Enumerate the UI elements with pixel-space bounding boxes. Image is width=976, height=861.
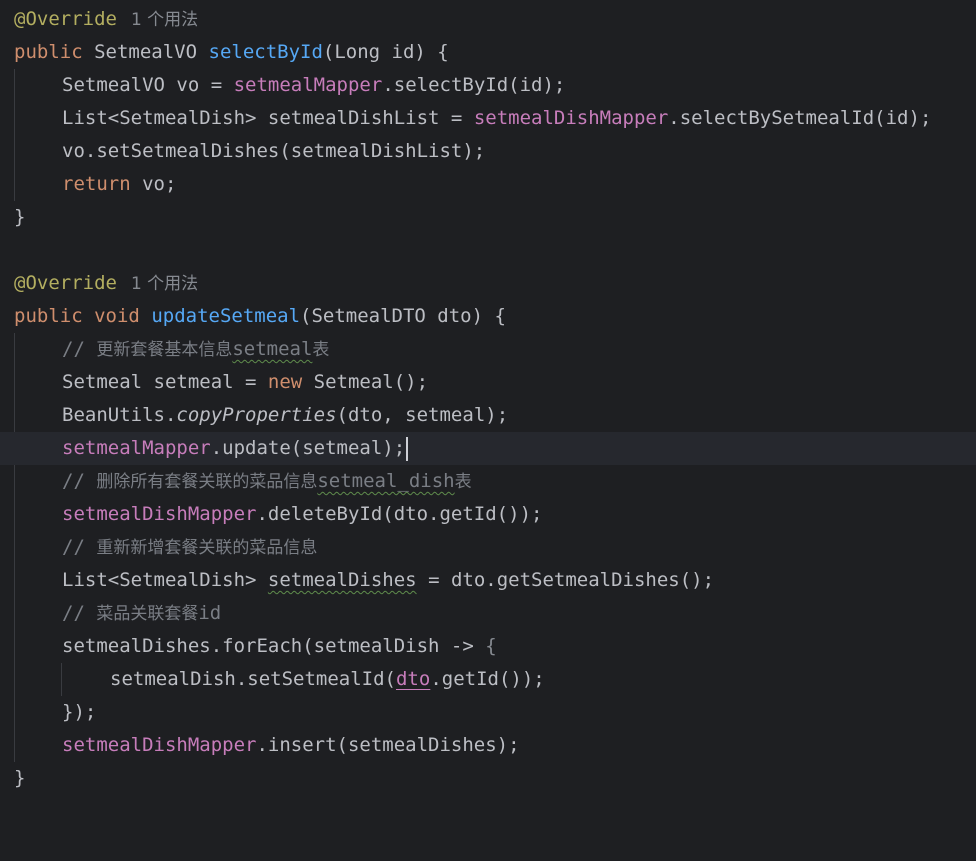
code-line[interactable] [0,234,976,267]
field-reference[interactable]: setmealMapper [234,74,383,96]
variable-typo[interactable]: setmealDishes [268,569,417,591]
comment: // 菜品关联套餐id [62,597,221,631]
keyword: return [62,173,131,195]
code-line[interactable]: @Override 1 个用法 [0,267,976,300]
code-line[interactable]: setmealDishMapper.deleteById(dto.getId()… [0,498,976,531]
code-line[interactable]: public void updateSetmeal(SetmealDTO dto… [0,300,976,333]
usage-hint-link[interactable]: 1 个用法 [131,274,198,294]
method-params: (Long id) { [322,41,449,63]
comment: // 删除所有套餐关联的菜品信息setmeal_dish表 [62,465,472,499]
field-reference[interactable]: setmealMapper [62,437,211,459]
code-text: SetmealVO vo = [62,74,234,96]
keyword: public [14,41,83,63]
code-line[interactable]: BeanUtils.copyProperties(dto, setmeal); [0,399,976,432]
code-line[interactable]: // 更新套餐基本信息setmeal表 [0,333,976,366]
code-text: setmealDishes.forEach(setmealDish -> [62,635,486,657]
code-text: setmealDish.setSetmealId( [110,668,396,690]
code-line[interactable]: } [0,201,976,234]
code-line[interactable]: // 重新新增套餐关联的菜品信息 [0,531,976,564]
comment-text: 菜品关联套餐 [96,604,199,624]
code-line[interactable]: setmealDishes.forEach(setmealDish -> { [0,630,976,663]
method-params: (SetmealDTO dto) { [300,305,506,327]
code-line[interactable]: // 删除所有套餐关联的菜品信息setmeal_dish表 [0,465,976,498]
code-text: .getId()); [430,668,545,690]
code-line[interactable]: vo.setSetmealDishes(setmealDishList); [0,135,976,168]
comment-prefix: // [62,470,97,492]
code-text: List<SetmealDish> setmealDishList = [62,107,474,129]
comment-text: 更新套餐基本信息 [96,340,233,360]
code-line[interactable]: setmealDish.setSetmealId(dto.getId()); [0,663,976,696]
code-line[interactable]: Setmeal setmeal = new Setmeal(); [0,366,976,399]
code-line[interactable]: }); [0,696,976,729]
usage-hint-link[interactable]: 1 个用法 [131,10,198,30]
code-text: (dto, setmeal); [336,404,509,426]
annotation: @Override [14,8,117,30]
keyword: public [14,305,83,327]
comment-text: 表 [312,340,330,360]
code-line[interactable]: return vo; [0,168,976,201]
code-line[interactable]: } [0,762,976,795]
closing-brace: } [14,206,26,228]
code-line[interactable]: // 菜品关联套餐id [0,597,976,630]
code-editor[interactable]: @Override 1 个用法 public SetmealVO selectBy… [0,0,976,800]
field-reference[interactable]: setmealDishMapper [474,107,668,129]
code-text: Setmeal setmeal = [62,371,268,393]
annotation: @Override [14,272,117,294]
field-reference[interactable]: setmealDishMapper [62,503,256,525]
field-reference[interactable]: setmealDishMapper [62,734,256,756]
current-line[interactable]: setmealMapper.update(setmeal); [0,432,976,465]
comment-text: 表 [454,472,472,492]
code-line[interactable]: public SetmealVO selectById(Long id) { [0,36,976,69]
code-text: BeanUtils. [62,404,177,426]
comment-prefix: // [62,536,97,558]
code-line[interactable]: @Override 1 个用法 [0,3,976,36]
comment-prefix: // [62,338,97,360]
type-name: SetmealVO [94,41,198,63]
code-line[interactable]: List<SetmealDish> setmealDishes = dto.ge… [0,564,976,597]
typo-word: setmeal_dish [317,470,455,492]
code-text: }); [62,701,97,723]
code-text: .selectById(id); [382,74,566,96]
lambda-brace: { [485,635,497,657]
keyword: void [94,305,140,327]
typo-word: setmeal [232,338,313,360]
code-text: vo; [130,173,177,195]
code-text: = dto.getSetmealDishes(); [416,569,715,591]
code-text: .insert(setmealDishes); [256,734,520,756]
static-method[interactable]: copyProperties [176,404,336,426]
comment-prefix: // [62,602,97,624]
comment-text: id [198,602,222,624]
code-text: .selectBySetmealId(id); [668,107,932,129]
comment: // 更新套餐基本信息setmeal表 [62,333,329,367]
method-name[interactable]: updateSetmeal [151,305,300,327]
keyword: new [267,371,303,393]
text-caret [406,436,409,461]
code-text: List<SetmealDish> [62,569,268,591]
code-line[interactable]: List<SetmealDish> setmealDishList = setm… [0,102,976,135]
code-line[interactable]: SetmealVO vo = setmealMapper.selectById(… [0,69,976,102]
code-line[interactable]: setmealDishMapper.insert(setmealDishes); [0,729,976,762]
comment-text: 重新新增套餐关联的菜品信息 [96,538,318,558]
method-name[interactable]: selectById [209,41,323,63]
code-text: .update(setmeal); [210,437,406,459]
code-text: .deleteById(dto.getId()); [256,503,543,525]
code-text: vo.setSetmealDishes(setmealDishList); [62,140,486,162]
closing-brace: } [14,767,26,789]
captured-variable[interactable]: dto [396,668,430,690]
comment-text: 删除所有套餐关联的菜品信息 [96,472,318,492]
comment: // 重新新增套餐关联的菜品信息 [62,531,317,565]
code-text: Setmeal(); [302,371,429,393]
